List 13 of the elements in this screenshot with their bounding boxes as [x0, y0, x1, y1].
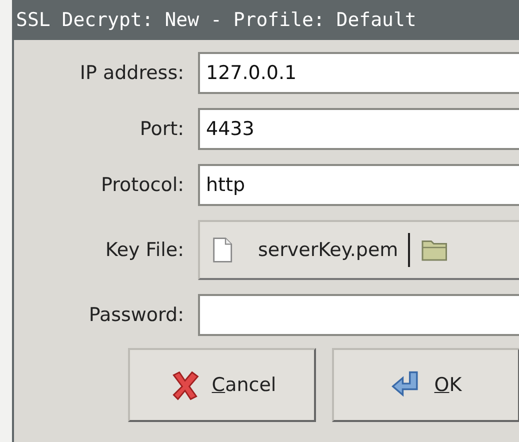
input-field[interactable]: 4433	[198, 108, 519, 150]
field-label: Password:	[88, 304, 184, 326]
field-label: Key File:	[104, 239, 184, 261]
field-label: Protocol:	[100, 174, 184, 196]
input-field[interactable]	[198, 294, 519, 336]
field-label: IP address:	[78, 62, 184, 84]
window-title: SSL Decrypt: New - Profile: Default	[16, 9, 416, 31]
ok-button[interactable]: OK	[332, 348, 519, 422]
input-field[interactable]: 127.0.0.1	[198, 52, 519, 94]
input-field[interactable]: http	[198, 164, 519, 206]
file-chooser-button[interactable]: serverKey.pem	[198, 220, 519, 280]
field-label: Port:	[138, 118, 184, 140]
cancel-button[interactable]: Cancel	[128, 348, 316, 422]
